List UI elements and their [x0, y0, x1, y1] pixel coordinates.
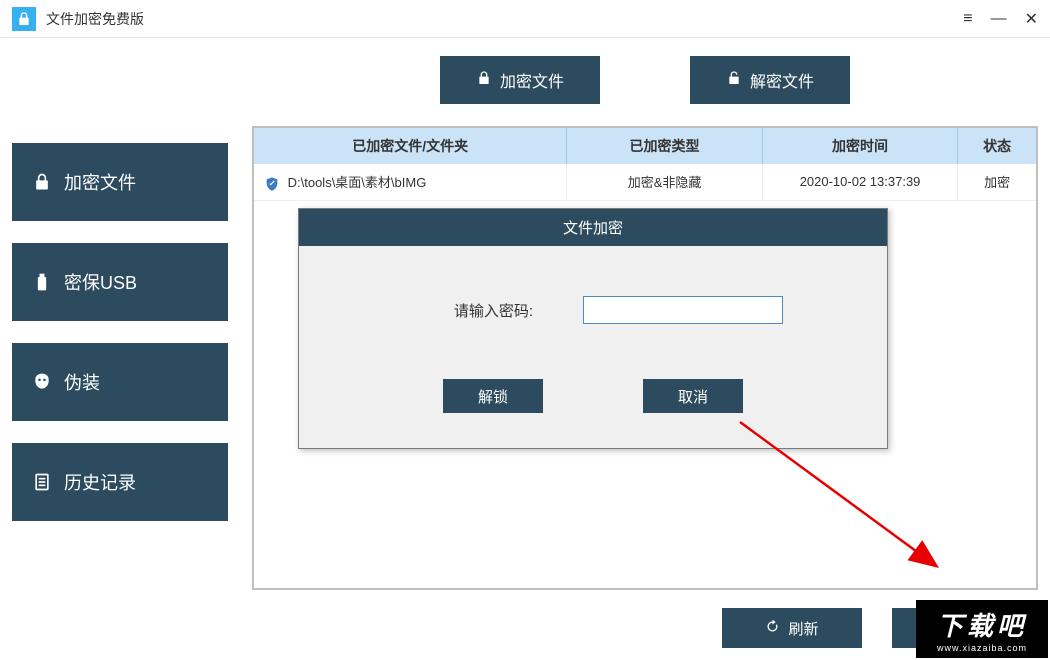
sidebar-item-label: 加密文件	[64, 169, 136, 195]
sidebar-item-usb[interactable]: 密保USB	[12, 243, 228, 321]
cell-type: 加密&非隐藏	[567, 164, 763, 200]
sidebar-item-label: 伪装	[64, 369, 100, 395]
col-time: 加密时间	[762, 128, 958, 164]
col-type: 已加密类型	[567, 128, 763, 164]
refresh-button[interactable]: 刷新	[722, 608, 862, 648]
sidebar: 加密文件 密保USB 伪装 历史记录	[0, 38, 240, 660]
mask-icon	[32, 372, 52, 392]
watermark-logo: 下载吧 www.xiazaiba.com	[916, 600, 1048, 658]
encrypt-file-button[interactable]: 加密文件	[440, 56, 600, 104]
titlebar: 文件加密免费版 ≡ — ✕	[0, 0, 1050, 38]
cell-time: 2020-10-02 13:37:39	[762, 164, 958, 200]
dialog-cancel-button[interactable]: 取消	[643, 379, 743, 413]
watermark-text: 下载吧	[937, 606, 1027, 643]
dialog-unlock-button[interactable]: 解锁	[443, 379, 543, 413]
app-title: 文件加密免费版	[46, 9, 144, 29]
menu-button[interactable]: ≡	[963, 9, 972, 29]
cell-status: 加密	[958, 164, 1036, 200]
refresh-icon	[765, 619, 780, 638]
encrypted-files-table: 已加密文件/文件夹 已加密类型 加密时间 状态 D:\tools\桌面\素材\b…	[254, 128, 1036, 201]
usb-icon	[32, 272, 52, 292]
window-controls: ≡ — ✕	[963, 9, 1038, 29]
top-buttons: 加密文件 解密文件	[252, 56, 1038, 104]
minimize-button[interactable]: —	[991, 9, 1007, 29]
decrypt-file-button[interactable]: 解密文件	[690, 56, 850, 104]
lock-icon	[32, 172, 52, 192]
button-label: 刷新	[788, 618, 818, 639]
sidebar-item-encrypt[interactable]: 加密文件	[12, 143, 228, 221]
password-dialog: 文件加密 请输入密码: 解锁 取消	[298, 208, 888, 449]
table-row[interactable]: D:\tools\桌面\素材\bIMG 加密&非隐藏 2020-10-02 13…	[254, 164, 1036, 200]
cell-path: D:\tools\桌面\素材\bIMG	[254, 164, 567, 200]
password-input[interactable]	[583, 296, 783, 324]
app-logo	[12, 7, 36, 31]
shield-icon	[264, 176, 280, 192]
password-label: 请输入密码:	[403, 300, 543, 321]
sidebar-item-label: 历史记录	[64, 469, 136, 495]
col-path: 已加密文件/文件夹	[254, 128, 567, 164]
col-status: 状态	[958, 128, 1036, 164]
button-label: 解密文件	[750, 68, 814, 92]
lock-closed-icon	[476, 70, 492, 91]
watermark-url: www.xiazaiba.com	[937, 643, 1027, 653]
dialog-title: 文件加密	[299, 209, 887, 246]
lock-open-icon	[726, 70, 742, 91]
button-label: 加密文件	[500, 68, 564, 92]
close-button[interactable]: ✕	[1025, 9, 1038, 29]
history-icon	[32, 472, 52, 492]
sidebar-item-history[interactable]: 历史记录	[12, 443, 228, 521]
sidebar-item-label: 密保USB	[64, 269, 137, 295]
sidebar-item-disguise[interactable]: 伪装	[12, 343, 228, 421]
